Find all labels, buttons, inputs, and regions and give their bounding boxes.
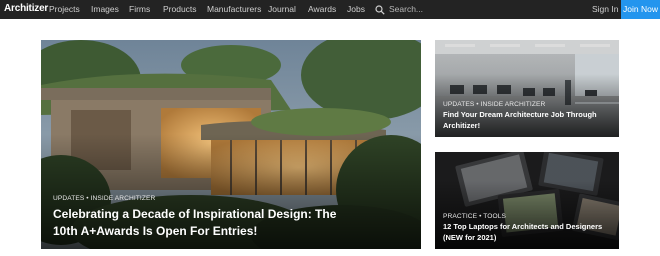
- sign-in-link[interactable]: Sign In: [592, 3, 618, 16]
- nav-item-manufacturers[interactable]: Manufacturers: [207, 3, 261, 16]
- nav-item-products[interactable]: Products: [163, 3, 197, 16]
- nav-item-projects[interactable]: Projects: [49, 3, 80, 16]
- side-article-title[interactable]: 12 Top Laptops for Architects and Design…: [443, 221, 619, 243]
- join-now-button[interactable]: Join Now: [621, 0, 660, 19]
- side-article-category[interactable]: UPDATES • INSIDE ARCHITIZER: [443, 101, 545, 108]
- hero-title[interactable]: Celebrating a Decade of Inspirational De…: [53, 206, 353, 240]
- nav-item-awards[interactable]: Awards: [308, 3, 336, 16]
- hero-article-card[interactable]: UPDATES • INSIDE ARCHITIZER Celebrating …: [41, 40, 421, 249]
- site-logo[interactable]: Architizer: [4, 2, 48, 16]
- hero-category[interactable]: UPDATES • INSIDE ARCHITIZER: [53, 195, 155, 202]
- nav-item-images[interactable]: Images: [91, 3, 119, 16]
- nav-item-journal[interactable]: Journal: [268, 3, 296, 16]
- side-article-card[interactable]: UPDATES • INSIDE ARCHITIZER Find Your Dr…: [435, 40, 619, 137]
- search-icon: [375, 4, 385, 15]
- side-article-category[interactable]: PRACTICE • TOOLS: [443, 213, 506, 220]
- side-article-title[interactable]: Find Your Dream Architecture Job Through…: [443, 109, 619, 131]
- top-nav: Architizer Projects Images Firms Product…: [0, 0, 660, 19]
- side-article-card[interactable]: PRACTICE • TOOLS 12 Top Laptops for Arch…: [435, 152, 619, 249]
- nav-item-jobs[interactable]: Jobs: [347, 3, 365, 16]
- nav-item-firms[interactable]: Firms: [129, 3, 150, 16]
- search-input[interactable]: Search...: [389, 3, 423, 16]
- search-box[interactable]: Search...: [375, 3, 423, 16]
